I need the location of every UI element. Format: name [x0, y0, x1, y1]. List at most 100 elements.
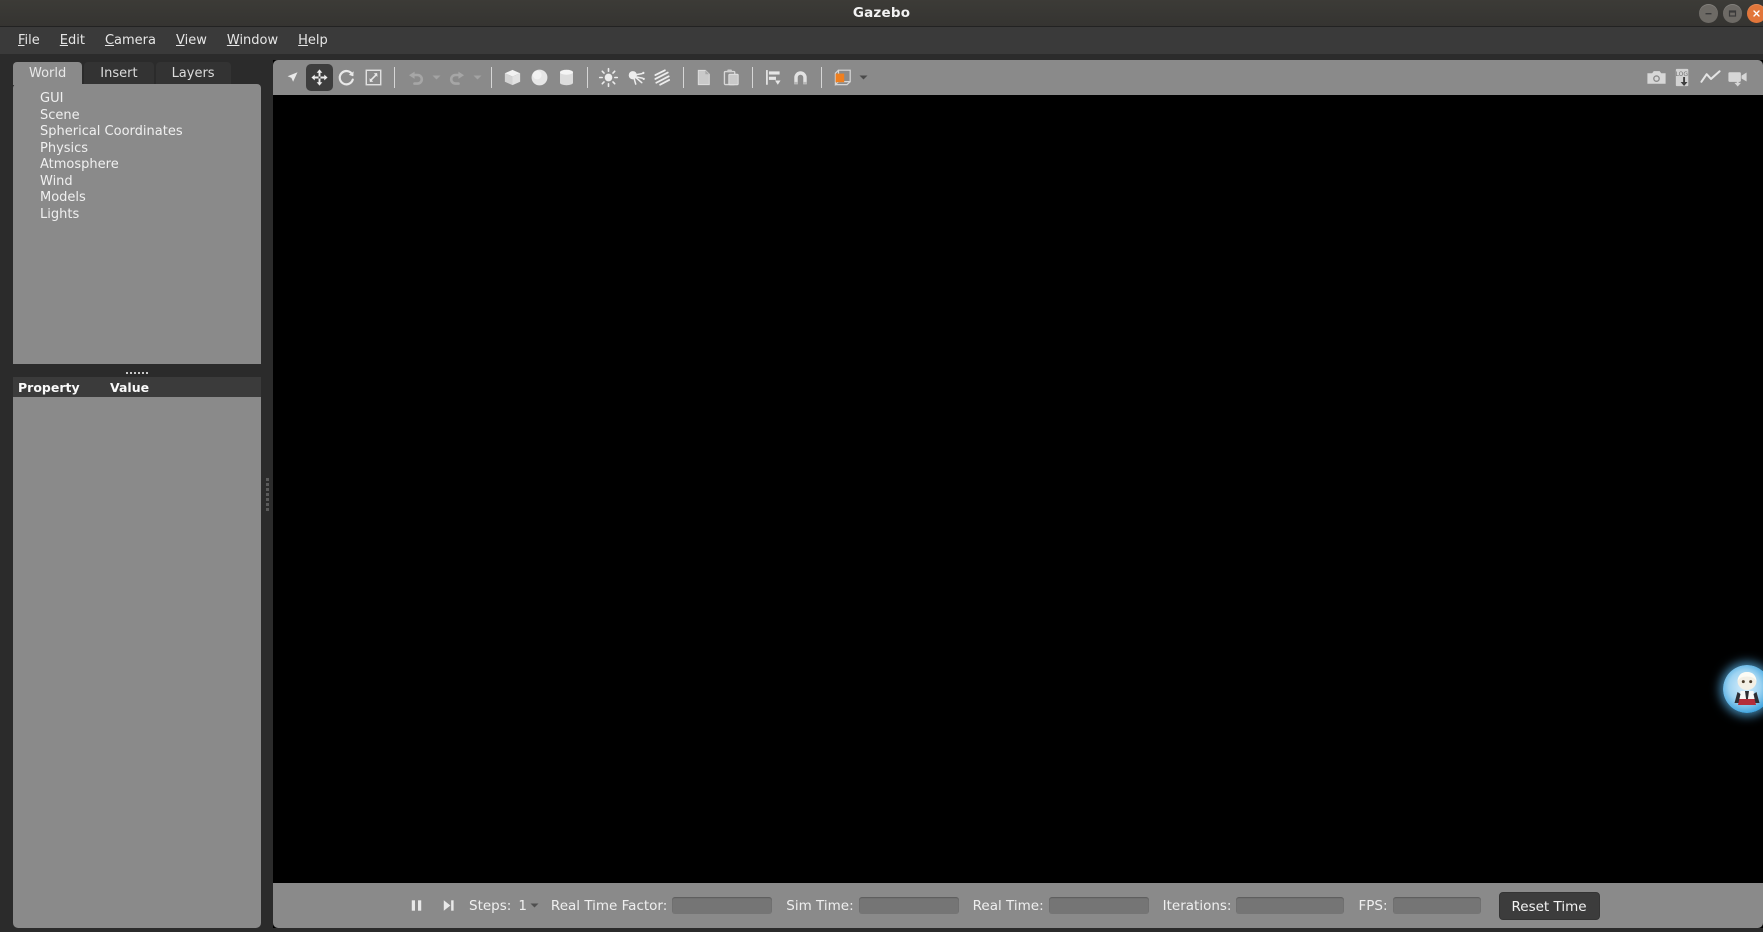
point-light-icon	[598, 67, 619, 88]
translate-mode-button[interactable]	[306, 64, 333, 91]
align-icon	[766, 70, 781, 85]
real-time-value	[1048, 897, 1149, 914]
tree-item-spherical-coordinates[interactable]: Spherical Coordinates	[13, 124, 261, 141]
box-icon	[504, 69, 521, 86]
toolbar-separator	[683, 67, 684, 88]
world-tree: GUI Scene Spherical Coordinates Physics …	[13, 84, 261, 364]
undo-button[interactable]	[402, 64, 429, 91]
window-title: Gazebo	[852, 5, 911, 21]
statusbar: Steps: 1 Real Time Factor: Sim Time: Rea…	[273, 883, 1763, 928]
plot-line-icon	[1700, 70, 1721, 83]
avatar-character-icon	[1734, 672, 1760, 705]
paste-button[interactable]	[718, 64, 745, 91]
undo-dropdown-button[interactable]	[429, 64, 443, 91]
view-transparency-button[interactable]	[829, 64, 856, 91]
step-forward-button[interactable]	[435, 893, 461, 919]
steps-value[interactable]: 1	[518, 898, 527, 914]
property-table: Property Value	[13, 377, 261, 928]
panel-vertical-splitter[interactable]	[262, 60, 272, 928]
pause-button[interactable]	[403, 893, 429, 919]
redo-arrow-icon	[449, 71, 464, 85]
log-download-icon: LOG	[1676, 68, 1689, 87]
chevron-down-icon	[432, 75, 440, 80]
left-panel: World Insert Layers GUI Scene Spherical …	[13, 60, 261, 928]
window-controls	[1699, 4, 1763, 23]
view-transparency-dropdown-button[interactable]	[856, 64, 870, 91]
sim-time-value	[858, 897, 959, 914]
toolbar-left-group	[279, 64, 870, 91]
fps-label: FPS:	[1358, 897, 1388, 914]
toolbar-separator	[491, 67, 492, 88]
align-button[interactable]	[760, 64, 787, 91]
tree-item-physics[interactable]: Physics	[13, 141, 261, 158]
undo-arrow-icon	[408, 71, 423, 85]
insert-point-light-button[interactable]	[595, 64, 622, 91]
magnet-snap-icon	[794, 71, 807, 85]
save-log-button[interactable]: LOG	[1670, 64, 1697, 91]
toolbar-right-group: LOG	[1643, 64, 1757, 91]
menubar: File Edit Camera View Window Help	[0, 27, 1763, 54]
real-time-factor-label: Real Time Factor:	[550, 897, 668, 914]
real-time-label: Real Time:	[972, 897, 1044, 914]
svg-text:LOG: LOG	[1676, 71, 1689, 78]
main-area: LOG Steps: 1 Real Time Factor: Sim Time:…	[273, 60, 1763, 928]
wireframe-box-icon	[834, 69, 851, 86]
record-video-button[interactable]	[1724, 64, 1751, 91]
chevron-down-icon	[530, 903, 539, 908]
insert-sphere-button[interactable]	[526, 64, 553, 91]
tree-item-atmosphere[interactable]: Atmosphere	[13, 157, 261, 174]
tree-item-wind[interactable]: Wind	[13, 174, 261, 191]
tree-item-gui[interactable]: GUI	[13, 91, 261, 108]
redo-button[interactable]	[443, 64, 470, 91]
screenshot-button[interactable]	[1643, 64, 1670, 91]
tree-item-lights[interactable]: Lights	[13, 207, 261, 224]
rotate-mode-button[interactable]	[333, 64, 360, 91]
plot-button[interactable]	[1697, 64, 1724, 91]
scale-mode-button[interactable]	[360, 64, 387, 91]
maximize-icon[interactable]	[1723, 4, 1742, 23]
snap-button[interactable]	[787, 64, 814, 91]
gazebo-window: Gazebo File Edit Camera View Window Help…	[0, 0, 1763, 932]
menu-edit[interactable]: Edit	[50, 30, 95, 51]
step-forward-icon	[443, 900, 454, 911]
toolbar-separator	[821, 67, 822, 88]
left-panel-tabs: World Insert Layers	[13, 60, 233, 85]
select-mode-button[interactable]	[279, 64, 306, 91]
menu-camera[interactable]: Camera	[95, 30, 166, 51]
close-icon[interactable]	[1747, 4, 1763, 23]
insert-directional-light-button[interactable]	[649, 64, 676, 91]
insert-cylinder-button[interactable]	[553, 64, 580, 91]
sphere-icon	[531, 69, 548, 86]
tab-world[interactable]: World	[13, 62, 83, 85]
tab-insert[interactable]: Insert	[84, 62, 154, 85]
real-time-factor-value	[672, 897, 773, 914]
splitter-grip-icon	[265, 477, 269, 511]
redo-dropdown-button[interactable]	[470, 64, 484, 91]
menu-file[interactable]: File	[8, 30, 50, 51]
tree-item-models[interactable]: Models	[13, 190, 261, 207]
camera-icon	[1647, 71, 1666, 84]
copy-icon	[697, 69, 710, 86]
menu-help[interactable]: Help	[288, 30, 338, 51]
render-toolbar: LOG	[273, 60, 1763, 95]
minimize-icon[interactable]	[1699, 4, 1718, 23]
copy-button[interactable]	[691, 64, 718, 91]
steps-label: Steps:	[469, 897, 512, 914]
reset-time-button[interactable]: Reset Time	[1498, 891, 1600, 920]
user-avatar[interactable]	[1723, 665, 1763, 713]
tab-layers[interactable]: Layers	[155, 62, 231, 85]
menu-view[interactable]: View	[166, 30, 217, 51]
spot-light-icon	[628, 71, 645, 85]
chevron-down-icon	[473, 75, 481, 80]
splitter-grip-icon	[126, 372, 148, 374]
insert-spot-light-button[interactable]	[622, 64, 649, 91]
menu-window[interactable]: Window	[217, 30, 288, 51]
render-viewport[interactable]	[273, 95, 1763, 883]
tree-item-scene[interactable]: Scene	[13, 108, 261, 125]
iterations-label: Iterations:	[1162, 897, 1232, 914]
iterations-value	[1236, 897, 1345, 914]
steps-dropdown-button[interactable]	[530, 902, 539, 909]
toolbar-separator	[394, 67, 395, 88]
insert-box-button[interactable]	[499, 64, 526, 91]
chevron-down-icon	[859, 75, 867, 80]
